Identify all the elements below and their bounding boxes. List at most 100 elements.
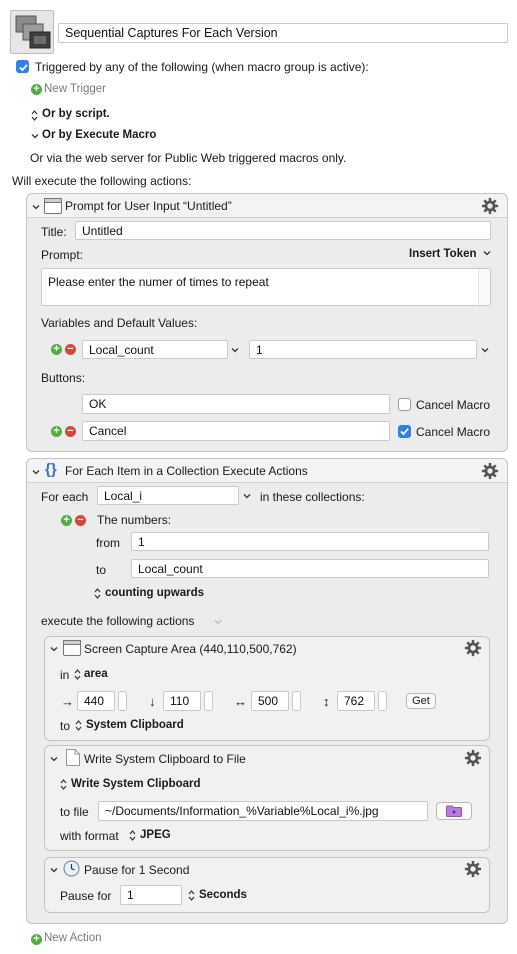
- destination-menu[interactable]: System Clipboard: [86, 719, 184, 731]
- screen-capture-icon: [63, 640, 81, 656]
- gear-icon[interactable]: [481, 462, 499, 480]
- execute-label: execute the following actions: [41, 614, 195, 628]
- width-arrow-icon: ↔: [234, 694, 247, 709]
- to-label: to: [96, 563, 107, 577]
- area-menu[interactable]: area: [84, 668, 108, 680]
- default-menu-chevron-icon[interactable]: [481, 346, 489, 354]
- from-label: from: [96, 536, 120, 550]
- top-arrow-icon: ↓: [149, 694, 156, 709]
- foreach-action-panel: {} For Each Item in a Collection Execute…: [26, 458, 508, 924]
- height-field[interactable]: 762: [337, 691, 375, 711]
- title-field[interactable]: Untitled: [75, 221, 491, 240]
- chevron-down-icon[interactable]: [31, 132, 39, 140]
- updown-icon: [188, 890, 195, 901]
- updown-icon: [74, 669, 81, 680]
- ok-cancel-macro-checkbox[interactable]: [398, 398, 411, 411]
- chevron-down-icon: [483, 251, 491, 256]
- get-button[interactable]: Get: [406, 693, 436, 709]
- foreach-variable-field[interactable]: Local_i: [97, 486, 239, 505]
- remove-variable-button[interactable]: −: [65, 344, 76, 355]
- height-arrow-icon: ↕: [323, 694, 330, 709]
- in-collections-label: in these collections:: [260, 490, 365, 504]
- insert-token-label: Insert Token: [409, 248, 477, 260]
- collapse-chevron-icon[interactable]: [32, 203, 40, 211]
- curly-braces-icon: {}: [45, 461, 57, 478]
- window-icon: [44, 198, 62, 214]
- left-stepper[interactable]: [118, 691, 127, 711]
- write-action-title[interactable]: Write System Clipboard to File: [84, 752, 246, 766]
- macro-name-field[interactable]: Sequential Captures For Each Version: [58, 23, 508, 43]
- collapse-chevron-icon[interactable]: [50, 645, 58, 653]
- variable-name-field[interactable]: Local_count: [82, 340, 228, 359]
- or-by-execute-macro: Or by Execute Macro: [42, 129, 157, 141]
- variable-menu-chevron-icon[interactable]: [231, 346, 239, 354]
- from-field[interactable]: 1: [131, 532, 489, 551]
- choose-file-button[interactable]: [436, 802, 472, 820]
- variable-menu-chevron-icon[interactable]: [243, 492, 251, 500]
- add-trigger-icon[interactable]: +: [31, 84, 42, 95]
- clock-icon: [63, 860, 80, 877]
- add-action-icon[interactable]: +: [31, 934, 42, 945]
- insert-token-menu[interactable]: Insert Token: [409, 248, 491, 260]
- document-icon: [66, 749, 80, 766]
- to-field[interactable]: Local_count: [131, 559, 489, 578]
- height-stepper[interactable]: [378, 691, 387, 711]
- in-label: in: [60, 668, 70, 682]
- pause-action-title[interactable]: Pause for 1 Second: [84, 863, 189, 877]
- gear-icon[interactable]: [464, 639, 482, 657]
- prompt-action-panel: Prompt for User Input “Untitled” Title: …: [26, 193, 508, 452]
- web-server-text: Or via the web server for Public Web tri…: [30, 151, 347, 165]
- left-field[interactable]: 440: [77, 691, 115, 711]
- gear-icon[interactable]: [464, 749, 482, 767]
- numbers-label: The numbers:: [97, 513, 172, 527]
- prompt-text: Please enter the numer of times to repea…: [48, 275, 269, 289]
- to-label: to: [60, 719, 71, 733]
- chevron-down-icon[interactable]: [214, 618, 222, 626]
- pause-value-field[interactable]: 1: [120, 885, 182, 905]
- remove-collection-button[interactable]: −: [75, 515, 86, 526]
- pause-for-label: Pause for: [60, 889, 112, 903]
- format-menu[interactable]: JPEG: [140, 829, 171, 841]
- textarea-scrollbar[interactable]: [478, 269, 490, 305]
- updown-icon: [31, 110, 38, 121]
- cancel-cancel-macro-checkbox[interactable]: [398, 425, 411, 438]
- collapse-chevron-icon[interactable]: [50, 866, 58, 874]
- variable-default-field[interactable]: 1: [249, 340, 477, 359]
- updown-icon: [75, 720, 82, 731]
- file-path-field[interactable]: ~/Documents/Information_%Variable%Local_…: [98, 801, 428, 821]
- updown-icon: [94, 588, 101, 599]
- prompt-action-title[interactable]: Prompt for User Input “Untitled”: [65, 199, 232, 213]
- screenshot-stack-icon: [15, 15, 51, 49]
- write-action-panel: Write System Clipboard to File Write Sys…: [44, 745, 490, 851]
- counting-direction-menu[interactable]: counting upwards: [105, 587, 204, 599]
- or-by-script-option[interactable]: Or by script.: [42, 108, 110, 120]
- foreach-action-title[interactable]: For Each Item in a Collection Execute Ac…: [65, 464, 308, 478]
- cancel-cancel-macro-label: Cancel Macro: [416, 425, 491, 439]
- prompt-textarea[interactable]: Please enter the numer of times to repea…: [41, 268, 491, 306]
- width-field[interactable]: 500: [251, 691, 289, 711]
- macro-icon: [10, 10, 54, 54]
- add-button-button[interactable]: +: [51, 426, 62, 437]
- add-variable-button[interactable]: +: [51, 344, 62, 355]
- top-stepper[interactable]: [204, 691, 213, 711]
- checkmark-icon: [400, 428, 409, 436]
- new-action-link[interactable]: New Action: [44, 932, 102, 944]
- top-field[interactable]: 110: [163, 691, 201, 711]
- gear-icon[interactable]: [481, 197, 499, 215]
- add-collection-button[interactable]: +: [61, 515, 72, 526]
- trigger-checkbox[interactable]: [16, 60, 29, 73]
- new-trigger-link[interactable]: New Trigger: [44, 83, 106, 95]
- to-file-label: to file: [60, 805, 89, 819]
- width-stepper[interactable]: [292, 691, 301, 711]
- title-label: Title:: [41, 225, 67, 239]
- capture-action-title[interactable]: Screen Capture Area (440,110,500,762): [84, 642, 297, 656]
- prompt-label: Prompt:: [41, 248, 84, 262]
- gear-icon[interactable]: [464, 860, 482, 878]
- collapse-chevron-icon[interactable]: [32, 468, 40, 476]
- collapse-chevron-icon[interactable]: [50, 755, 58, 763]
- button-ok-field[interactable]: OK: [82, 394, 390, 414]
- remove-button-button[interactable]: −: [65, 426, 76, 437]
- pause-unit-menu[interactable]: Seconds: [199, 889, 247, 901]
- source-menu[interactable]: Write System Clipboard: [71, 778, 201, 790]
- button-cancel-field[interactable]: Cancel: [82, 421, 390, 441]
